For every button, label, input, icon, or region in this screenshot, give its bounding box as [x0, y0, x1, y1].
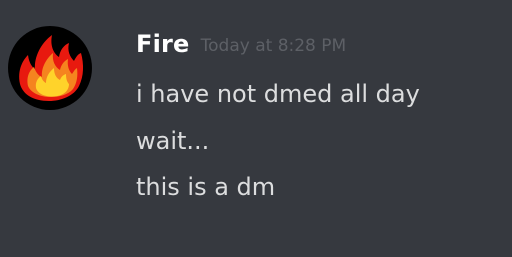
- message-text: i have not dmed all day: [136, 80, 420, 108]
- dm-chat-view: Fire Today at 8:28 PM i have not dmed al…: [0, 0, 512, 257]
- message-text: wait...: [136, 127, 210, 155]
- message-group: Fire Today at 8:28 PM i have not dmed al…: [8, 26, 504, 246]
- message-timestamp: Today at 8:28 PM: [200, 36, 347, 56]
- message-header: Fire Today at 8:28 PM: [136, 30, 346, 58]
- message-text: this is a dm: [136, 173, 276, 201]
- avatar[interactable]: [8, 26, 92, 110]
- author-name[interactable]: Fire: [136, 30, 190, 58]
- fire-icon: [19, 35, 84, 101]
